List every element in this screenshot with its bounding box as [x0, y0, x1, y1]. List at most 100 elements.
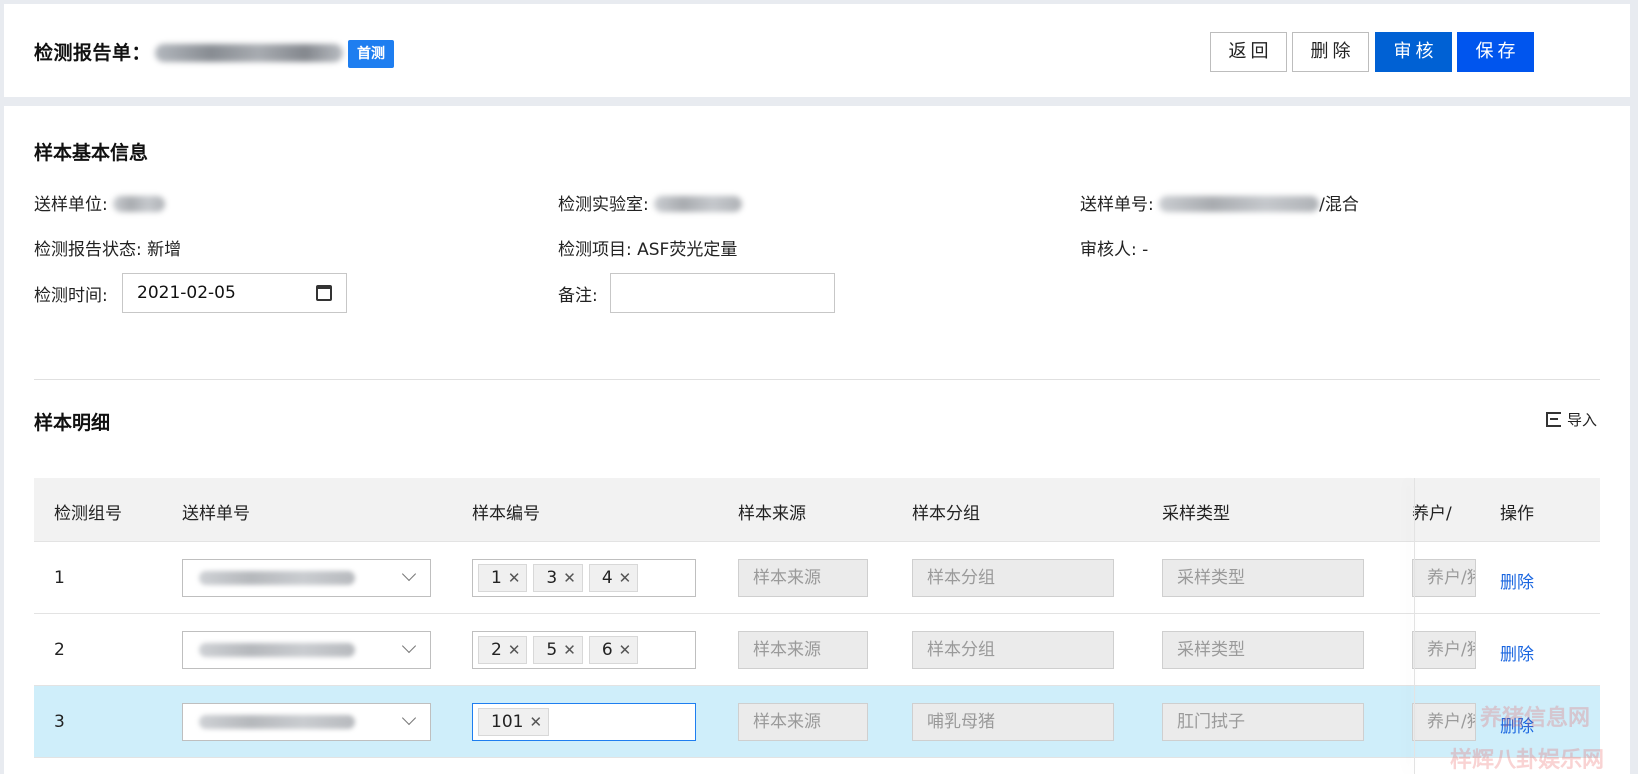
project-field: 检测项目: ASF荧光定量 — [558, 235, 737, 260]
sender-unit-label: 送样单位: — [34, 195, 108, 215]
date-picker[interactable]: 2021-02-05 — [122, 273, 347, 313]
basic-info-title: 样本基本信息 — [34, 142, 149, 164]
watermark-line2: 样辉八卦娱乐网 — [1450, 748, 1605, 773]
sample-no-tags[interactable]: 1 ✕ 3 ✕ 4 ✕ — [472, 559, 696, 597]
table-header: 检测组号 送样单号 样本编号 样本来源 样本分组 采样类型 养户/猪场 操作 — [34, 478, 1600, 542]
col-source: 样本来源 — [738, 504, 806, 524]
close-icon[interactable]: ✕ — [508, 637, 521, 663]
lab-field: 检测实验室: — [558, 190, 743, 215]
chevron-down-icon — [401, 566, 417, 582]
import-button[interactable]: 导入 — [1546, 409, 1597, 430]
save-button[interactable]: 保存 — [1457, 32, 1534, 72]
grouping-input: 哺乳母猪 — [912, 703, 1114, 741]
lab-label: 检测实验室: — [558, 195, 649, 215]
project-label: 检测项目: — [558, 240, 632, 260]
sample-type-input: 采样类型 — [1162, 559, 1364, 597]
back-button[interactable]: 返回 — [1210, 32, 1287, 72]
order-no-select[interactable] — [182, 559, 431, 597]
tag-label: 4 — [601, 568, 613, 588]
calendar-icon[interactable] — [316, 285, 332, 301]
col-sample-no: 样本编号 — [472, 504, 540, 524]
col-group: 检测组号 — [54, 504, 122, 524]
status-label: 检测报告状态: — [34, 240, 142, 260]
import-label: 导入 — [1567, 411, 1598, 429]
col-sample-type: 采样类型 — [1162, 504, 1230, 524]
tag-label: 101 — [491, 712, 524, 732]
auditor-field: 审核人: - — [1080, 235, 1148, 260]
sender-unit-field: 送样单位: — [34, 190, 166, 215]
header-card: 检测报告单： 首测 返回 删除 审核 保存 — [4, 4, 1630, 97]
order-no-label: 送样单号: — [1080, 195, 1154, 215]
sample-tag: 5 ✕ — [533, 636, 583, 664]
source-input: 样本来源 — [738, 559, 868, 597]
status-value: 新增 — [147, 240, 182, 260]
group-no: 1 — [54, 568, 65, 588]
close-icon[interactable]: ✕ — [619, 565, 632, 591]
date-value: 2021-02-05 — [137, 283, 236, 303]
sample-no-tags[interactable]: 101 ✕ — [472, 703, 696, 741]
import-icon — [1546, 412, 1561, 427]
sender-unit-redacted — [113, 196, 166, 212]
sample-no-tags[interactable]: 2 ✕ 5 ✕ 6 ✕ — [472, 631, 696, 669]
row-delete-link[interactable]: 删除 — [1500, 640, 1534, 665]
source-input: 样本来源 — [738, 703, 868, 741]
order-no-redacted — [1159, 196, 1320, 212]
report-id-redacted — [155, 44, 344, 62]
auditor-label: 审核人: — [1080, 240, 1137, 260]
tag-label: 2 — [491, 640, 502, 660]
table-row: 1 1✕ 3✕ 4✕ 样本来源 样本分组 采样类型 养户/猪场 删除 — [34, 542, 1600, 614]
tag-label: 6 — [601, 640, 613, 660]
close-icon[interactable]: ✕ — [529, 709, 542, 735]
tag-label: 3 — [546, 568, 558, 588]
watermark-line1: 养猪信息网 — [1480, 706, 1591, 731]
page-title-label: 检测报告单： — [34, 42, 152, 64]
table-row: 2 2✕ 5✕ 6✕ 样本来源 样本分组 采样类型 养户/猪场 删除 — [34, 614, 1600, 686]
source-input: 样本来源 — [738, 631, 868, 669]
chevron-down-icon — [401, 710, 417, 726]
sample-type-input: 肛门拭子 — [1162, 703, 1364, 741]
group-no: 2 — [54, 640, 65, 660]
auditor-value: - — [1142, 240, 1149, 260]
status-badge: 首测 — [348, 40, 394, 68]
sample-tag: 1 ✕ — [478, 564, 528, 592]
order-no-select[interactable] — [182, 703, 431, 741]
order-no-select[interactable] — [182, 631, 431, 669]
remark-input[interactable] — [610, 273, 835, 313]
table-row-selected: 3 101✕ 样本来源 哺乳母猪 肛门拭子 养户/猪场 删除 — [34, 686, 1600, 758]
col-farmer: 养户/猪场 — [1412, 504, 1452, 524]
col-order-no: 送样单号 — [182, 504, 250, 524]
grouping-input: 样本分组 — [912, 559, 1114, 597]
farmer-input: 养户/猪场 — [1412, 631, 1476, 669]
col-action: 操作 — [1500, 504, 1534, 524]
main-card: 样本基本信息 送样单位: 检测实验室: 送样单号: /混合 检测报告状态: 新增… — [4, 106, 1630, 774]
close-icon[interactable]: ✕ — [563, 637, 576, 663]
page-title: 检测报告单： — [34, 38, 344, 65]
sample-tag: 4 ✕ — [588, 564, 639, 592]
farmer-input: 养户/猪场 — [1412, 703, 1476, 741]
close-icon[interactable]: ✕ — [508, 565, 521, 591]
project-value: ASF荧光定量 — [637, 240, 738, 260]
status-field: 检测报告状态: 新增 — [34, 235, 181, 260]
sample-tag: 2 ✕ — [478, 636, 528, 664]
close-icon[interactable]: ✕ — [619, 637, 632, 663]
detail-title: 样本明细 — [34, 412, 111, 434]
group-no: 3 — [54, 712, 65, 732]
tag-label: 1 — [491, 568, 502, 588]
sample-tag: 6 ✕ — [588, 636, 639, 664]
chevron-down-icon — [401, 638, 417, 654]
sample-tag: 101 ✕ — [478, 708, 550, 736]
audit-button[interactable]: 审核 — [1375, 32, 1452, 72]
sample-tag: 3 ✕ — [533, 564, 583, 592]
tag-label: 5 — [546, 640, 558, 660]
remark-label: 备注: — [558, 286, 598, 306]
close-icon[interactable]: ✕ — [563, 565, 576, 591]
fixed-column-shadow — [1414, 478, 1415, 774]
row-delete-link[interactable]: 删除 — [1500, 568, 1534, 593]
col-grouping: 样本分组 — [912, 504, 980, 524]
sample-type-input: 采样类型 — [1162, 631, 1364, 669]
time-label: 检测时间: — [34, 286, 108, 306]
farmer-input: 养户/猪场 — [1412, 559, 1476, 597]
order-no-redacted — [199, 571, 355, 585]
order-no-redacted — [199, 643, 355, 657]
delete-button[interactable]: 删除 — [1292, 32, 1369, 72]
